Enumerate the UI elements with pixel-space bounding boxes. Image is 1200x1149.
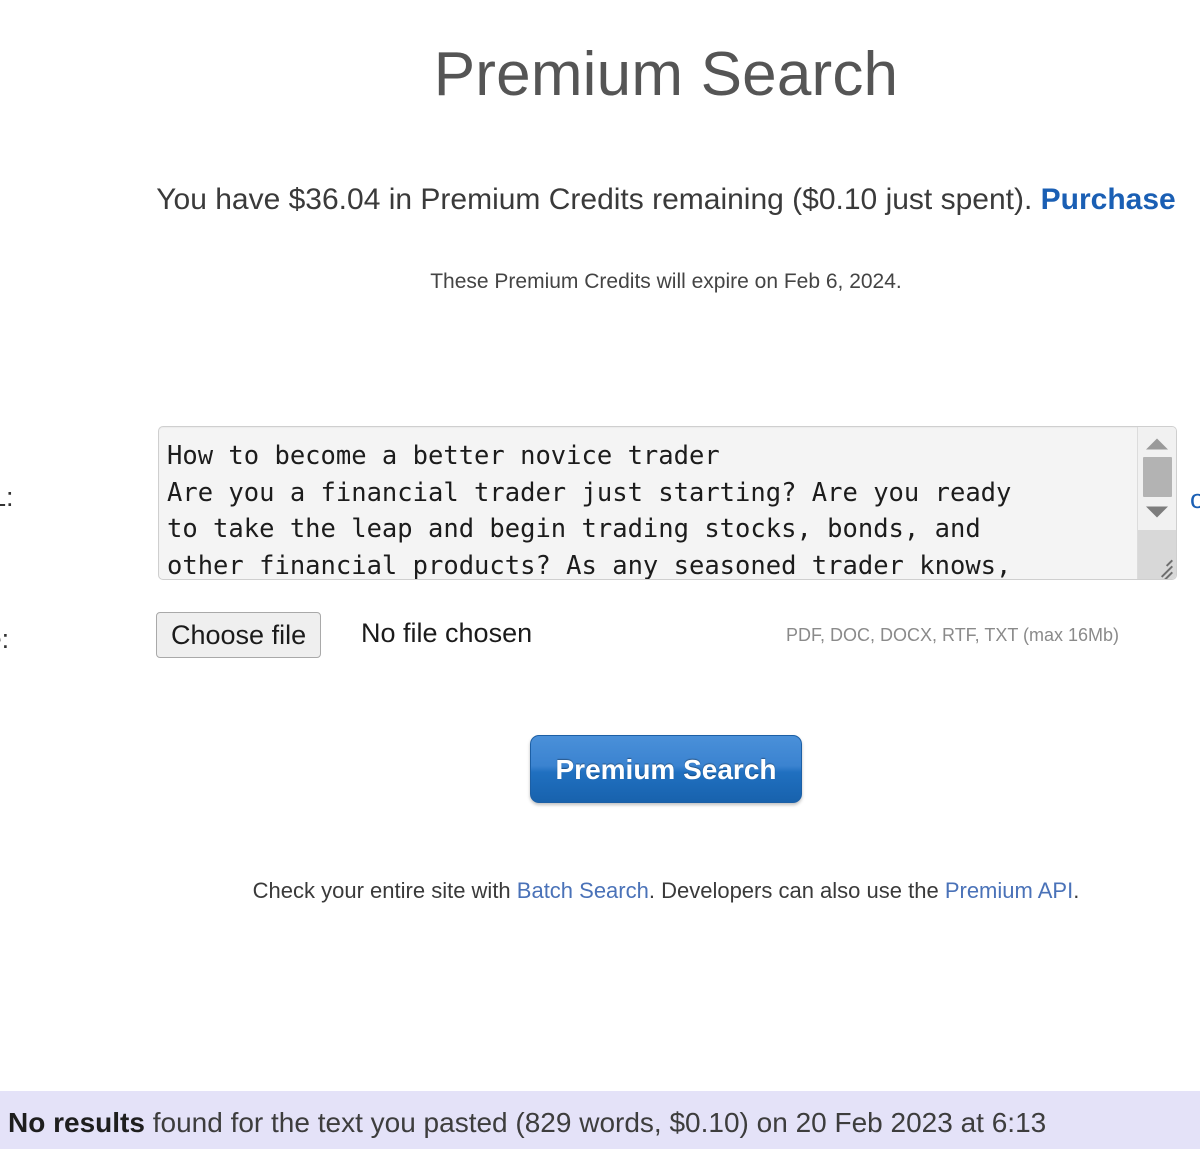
footer-text-after: .	[1073, 878, 1080, 903]
text-input-row: xt or URL: How to become a better novice…	[0, 424, 1200, 590]
textarea-scrollbar[interactable]	[1137, 427, 1176, 579]
results-status-badge: No results	[8, 1107, 145, 1138]
results-detail-text: found for the text you pasted (829 words…	[144, 1107, 1047, 1138]
footer-text-between: . Developers can also use the	[648, 878, 945, 903]
scroll-down-arrow-icon[interactable]	[1138, 495, 1176, 529]
results-summary: No results found for the text you pasted…	[8, 1107, 1046, 1139]
resize-grip-icon[interactable]	[1149, 552, 1173, 579]
scrollbar-corner	[1138, 530, 1176, 579]
footer-text-before-batch: Check your entire site with	[252, 878, 517, 903]
file-status-text: No file chosen	[361, 618, 533, 648]
batch-search-link[interactable]: Batch Search	[517, 878, 649, 903]
search-textarea-value: How to become a better novice trader Are…	[167, 441, 1012, 580]
clipped-side-link[interactable]: o	[1190, 484, 1200, 515]
scrollbar-thumb[interactable]	[1143, 457, 1172, 497]
footer-links-note: Check your entire site with Batch Search…	[0, 878, 1200, 904]
scroll-up-arrow-icon[interactable]	[1138, 427, 1176, 461]
credits-status-text: You have $36.04 in Premium Credits remai…	[156, 183, 1041, 216]
choose-file-button[interactable]: Choose file	[156, 612, 322, 658]
search-textarea[interactable]: How to become a better novice trader Are…	[158, 426, 1177, 580]
file-format-hint: PDF, DOC, DOCX, RTF, TXT (max 16Mb)	[786, 625, 1120, 645]
premium-search-form: xt or URL: How to become a better novice…	[0, 424, 1200, 668]
upload-file-label: oad a file:	[0, 624, 10, 654]
search-results-bar: No results found for the text you pasted…	[0, 1091, 1200, 1149]
page-title: Premium Search	[433, 39, 899, 109]
submit-row: Premium Search	[0, 735, 1200, 803]
file-upload-row: oad a file: Choose file No file chosen P…	[0, 612, 1200, 668]
premium-search-submit-button[interactable]: Premium Search	[530, 735, 802, 803]
credits-expiry-note: These Premium Credits will expire on Feb…	[430, 270, 902, 293]
premium-credits-status: You have $36.04 in Premium Credits remai…	[0, 180, 1200, 221]
purchase-credits-link[interactable]: Purchase	[1041, 183, 1176, 216]
premium-api-link[interactable]: Premium API	[945, 878, 1073, 903]
paste-text-label: xt or URL:	[0, 482, 14, 512]
